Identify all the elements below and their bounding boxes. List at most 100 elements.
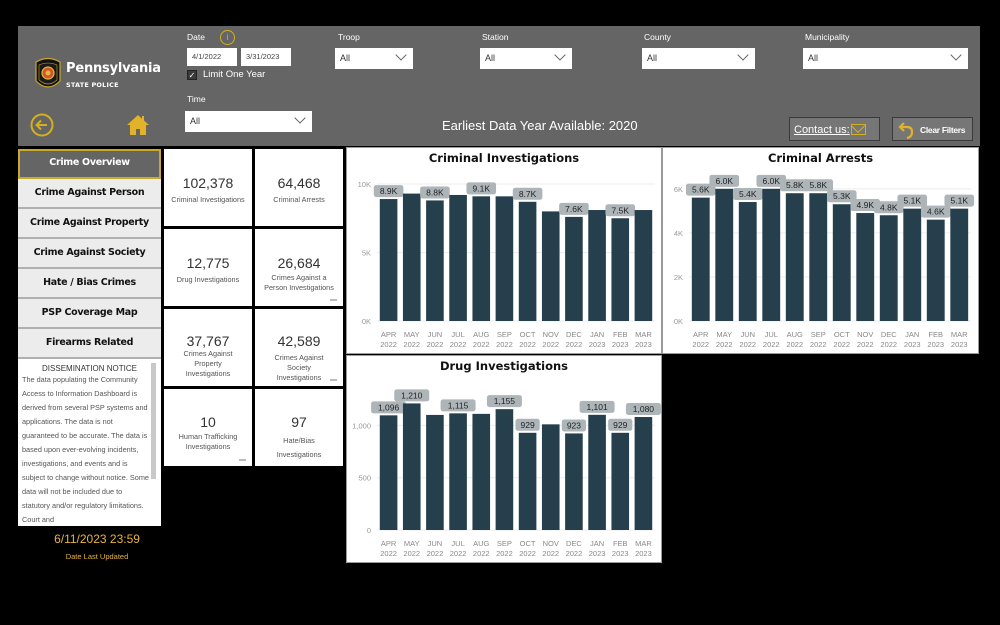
start-date-input[interactable]: 4/1/2022 xyxy=(187,48,237,66)
kpi-value: 12,775 xyxy=(186,255,230,271)
bar-dec-2022[interactable] xyxy=(565,433,583,530)
bar-sep-2022[interactable] xyxy=(495,409,514,530)
bar-jan-2023[interactable] xyxy=(588,414,606,530)
kpi-value: 42,589 xyxy=(277,333,321,349)
kpi-crimes-against-person[interactable]: 26,684 Crimes Against a Person Investiga… xyxy=(255,229,343,306)
bar-jan-2023[interactable] xyxy=(588,210,606,321)
bar-feb-2023[interactable] xyxy=(926,219,945,321)
municipality-dropdown[interactable]: All xyxy=(803,48,968,69)
county-value: All xyxy=(647,53,658,63)
nav-item-firearms-related[interactable]: Firearms Related xyxy=(18,329,161,359)
x-tick-label-year: 2022 xyxy=(519,549,536,558)
bar-nov-2022[interactable] xyxy=(541,211,560,321)
more-options-icon[interactable] xyxy=(330,299,337,301)
x-tick-label-month: NOV xyxy=(543,330,559,339)
x-tick-label-year: 2022 xyxy=(427,549,444,558)
time-dropdown[interactable]: All xyxy=(185,111,312,132)
bar-oct-2022[interactable] xyxy=(518,201,537,321)
bar-jun-2022[interactable] xyxy=(738,202,757,321)
county-label: County xyxy=(644,32,671,42)
bar-may-2022[interactable] xyxy=(402,193,421,321)
notice-scrollbar[interactable] xyxy=(151,363,156,479)
x-tick-label-year: 2022 xyxy=(519,340,536,349)
end-date-input[interactable]: 3/31/2023 xyxy=(241,48,291,66)
bar-oct-2022[interactable] xyxy=(518,432,537,530)
bar-may-2022[interactable] xyxy=(715,188,734,321)
bar-jul-2022[interactable] xyxy=(449,413,467,530)
y-tick-label: 0K xyxy=(362,317,371,326)
x-tick-label-month: AUG xyxy=(473,330,489,339)
x-tick-label-year: 2023 xyxy=(951,340,968,349)
bar-dec-2022[interactable] xyxy=(879,215,898,321)
bar-jul-2022[interactable] xyxy=(449,194,467,321)
bar-nov-2022[interactable] xyxy=(541,424,560,530)
x-tick-label-year: 2022 xyxy=(566,549,583,558)
x-tick-label-month: MAR xyxy=(635,539,652,548)
bar-mar-2023[interactable] xyxy=(634,210,653,321)
x-tick-label-year: 2022 xyxy=(566,340,583,349)
bar-jun-2022[interactable] xyxy=(426,414,444,530)
bar-aug-2022[interactable] xyxy=(785,193,804,321)
bar-sep-2022[interactable] xyxy=(809,193,828,321)
nav-item-hate-bias-crimes[interactable]: Hate / Bias Crimes xyxy=(18,269,161,299)
limit-one-year-checkbox[interactable]: ✓ xyxy=(187,70,197,80)
info-icon[interactable]: i xyxy=(220,30,235,45)
kpi-crimes-against-society[interactable]: 42,589 Crimes Against Society Investigat… xyxy=(255,309,343,386)
x-tick-label-year: 2022 xyxy=(403,549,420,558)
time-label: Time xyxy=(187,94,206,104)
back-arrow-icon[interactable] xyxy=(30,113,54,137)
x-tick-label-year: 2023 xyxy=(635,549,652,558)
x-tick-label-year: 2022 xyxy=(716,340,733,349)
more-options-icon[interactable] xyxy=(330,379,337,381)
bar-sep-2022[interactable] xyxy=(495,196,514,321)
kpi-criminal-investigations[interactable]: 102,378 Criminal Investigations xyxy=(164,149,252,226)
municipality-label: Municipality xyxy=(805,32,850,42)
home-icon[interactable] xyxy=(126,114,150,136)
data-label: 7.6K xyxy=(565,204,583,214)
bar-aug-2022[interactable] xyxy=(472,196,491,321)
bar-mar-2023[interactable] xyxy=(950,208,969,321)
kpi-label: Crimes Against Property Investigations xyxy=(183,349,233,378)
troop-dropdown[interactable]: All xyxy=(335,48,413,69)
bar-apr-2022[interactable] xyxy=(379,415,398,530)
last-updated-label: Date Last Updated xyxy=(65,552,129,561)
kpi-value: 10 xyxy=(200,414,216,430)
bar-feb-2023[interactable] xyxy=(611,432,630,530)
nav-item-crime-against-property[interactable]: Crime Against Property xyxy=(18,209,161,239)
bar-nov-2022[interactable] xyxy=(856,213,875,321)
nav-item-crime-against-person[interactable]: Crime Against Person xyxy=(18,179,161,209)
kpi-label: Criminal Arrests xyxy=(273,195,325,204)
county-dropdown[interactable]: All xyxy=(642,48,755,69)
x-tick-label-month: APR xyxy=(381,330,397,339)
station-dropdown[interactable]: All xyxy=(480,48,572,69)
x-tick-label-month: MAR xyxy=(635,330,652,339)
bar-jun-2022[interactable] xyxy=(426,200,444,321)
more-options-icon[interactable] xyxy=(239,459,246,461)
bar-apr-2022[interactable] xyxy=(691,197,710,321)
bar-mar-2023[interactable] xyxy=(634,417,653,530)
nav-item-crime-overview[interactable]: Crime Overview xyxy=(18,149,161,179)
kpi-criminal-arrests[interactable]: 64,468 Criminal Arrests xyxy=(255,149,343,226)
kpi-human-trafficking[interactable]: 10 Human Trafficking Investigations xyxy=(164,389,252,466)
clear-filters-button[interactable]: Clear Filters xyxy=(892,117,973,141)
bar-oct-2022[interactable] xyxy=(832,204,851,321)
kpi-crimes-against-property[interactable]: 37,767 Crimes Against Property Investiga… xyxy=(164,309,252,386)
bar-may-2022[interactable] xyxy=(402,403,421,530)
kpi-hate-bias[interactable]: 97 Hate/Bias Investigations xyxy=(255,389,343,466)
bar-feb-2023[interactable] xyxy=(611,218,630,321)
nav-item-psp-coverage-map[interactable]: PSP Coverage Map xyxy=(18,299,161,329)
contact-us-button[interactable]: Contact us: xyxy=(789,117,880,141)
bar-jul-2022[interactable] xyxy=(762,188,781,321)
x-tick-label-year: 2022 xyxy=(786,340,803,349)
x-tick-label-month: JUL xyxy=(451,330,464,339)
y-tick-label: 6K xyxy=(674,185,683,194)
kpi-drug-investigations[interactable]: 12,775 Drug Investigations xyxy=(164,229,252,306)
bar-apr-2022[interactable] xyxy=(379,199,398,321)
data-label: 6.0K xyxy=(716,176,734,186)
bar-aug-2022[interactable] xyxy=(472,413,491,530)
date-label: Date xyxy=(187,32,205,42)
bar-dec-2022[interactable] xyxy=(565,216,583,321)
chevron-down-icon xyxy=(294,112,306,124)
bar-jan-2023[interactable] xyxy=(903,208,922,321)
nav-item-crime-against-society[interactable]: Crime Against Society xyxy=(18,239,161,269)
